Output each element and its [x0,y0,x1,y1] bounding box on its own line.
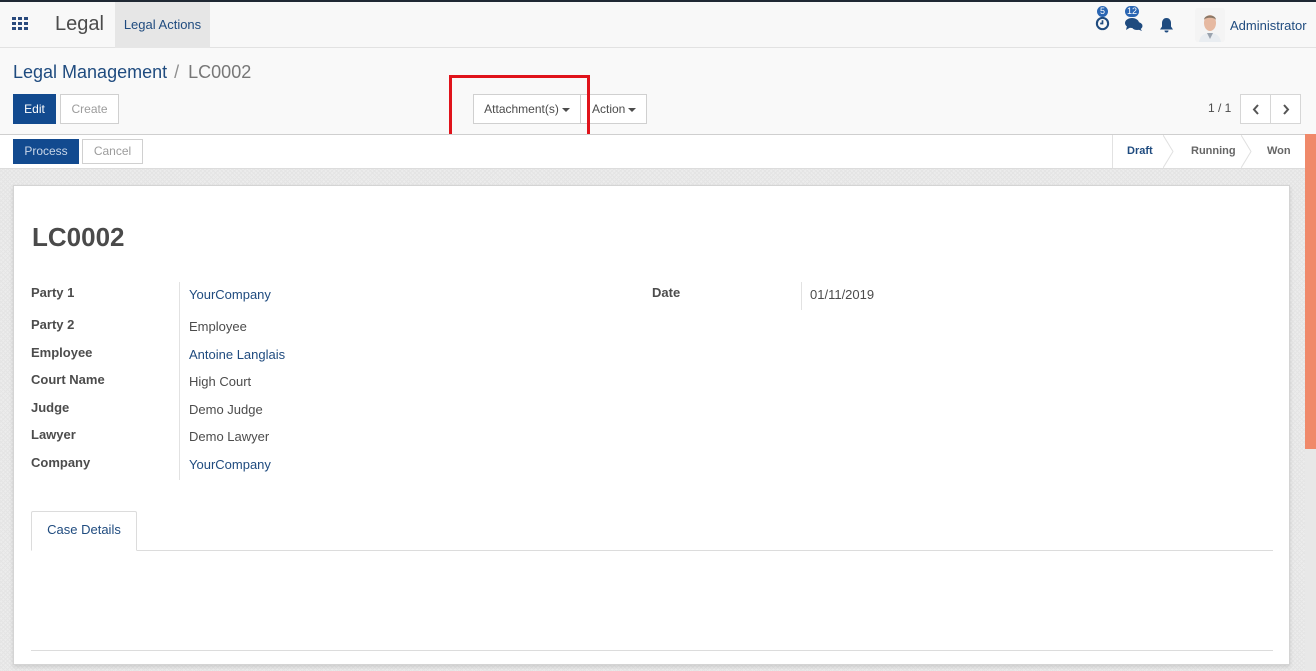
field-label-lawyer: Lawyer [31,427,76,442]
breadcrumb-parent-link[interactable]: Legal Management [13,62,167,82]
menu-item-legal-actions[interactable]: Legal Actions [115,2,210,48]
pager-previous-button[interactable] [1240,94,1271,124]
tab-content-border [31,650,1273,651]
main-navbar: Legal Legal Actions 5 12 Administrator [0,2,1316,48]
activities-button[interactable]: 5 [1095,6,1110,34]
user-photo-icon [1195,8,1225,42]
bell-icon [1160,18,1173,33]
comments-icon [1125,18,1143,31]
record-title: LC0002 [32,222,125,252]
pager-next-button[interactable] [1270,94,1301,124]
field-label-party-2: Party 2 [31,317,75,332]
stage-pipeline: Draft Running Won [1112,135,1305,168]
notifications-button[interactable] [1159,17,1174,36]
messages-button[interactable]: 12 [1125,6,1143,35]
stage-draft-label: Draft [1127,145,1153,157]
stage-separator-icon [1241,135,1252,168]
action-label: Action [592,102,626,116]
apps-menu-icon[interactable] [12,17,29,31]
field-value-party-1[interactable]: YourCompany [189,287,271,302]
stage-won-label: Won [1267,145,1291,157]
field-label-party-1: Party 1 [31,285,75,300]
messages-count-badge: 12 [1125,6,1140,17]
breadcrumb-current: LC0002 [188,62,252,82]
field-value-court-name: High Court [189,374,252,389]
pager-value: 1 / 1 [1208,101,1232,115]
action-dropdown[interactable]: Action [580,94,647,124]
field-value-judge: Demo Judge [189,402,263,417]
field-divider [801,282,802,310]
user-menu[interactable]: Administrator [1230,18,1307,33]
field-value-party-2: Employee [189,319,247,334]
stage-running-label: Running [1191,145,1236,157]
edit-button[interactable]: Edit [13,94,56,124]
attachments-dropdown[interactable]: Attachment(s) [473,94,581,124]
caret-down-icon [628,107,637,112]
app-name: Legal [55,13,104,35]
field-value-lawyer: Demo Lawyer [189,429,270,444]
tab-header-border [31,550,1273,551]
field-value-company[interactable]: YourCompany [189,457,271,472]
caret-down-icon [561,107,570,112]
attachments-label: Attachment(s) [484,102,559,116]
user-avatar[interactable] [1195,8,1225,42]
field-label-company: Company [31,455,91,470]
clock-icon [1095,16,1110,31]
field-value-date: 01/11/2019 [810,287,875,302]
process-button[interactable]: Process [13,139,79,164]
scrollbar-thumb[interactable] [1305,134,1316,449]
form-sheet: LC0002 Party 1 YourCompany Party 2 Emplo… [13,185,1290,665]
field-value-employee[interactable]: Antoine Langlais [189,347,285,362]
stage-won[interactable]: Won [1247,135,1305,168]
breadcrumb: Legal Management / LC0002 [13,62,251,83]
field-label-date: Date [652,285,681,300]
field-label-judge: Judge [31,400,70,415]
breadcrumb-separator: / [174,62,180,82]
create-button[interactable]: Create [60,94,119,124]
tab-case-details[interactable]: Case Details [31,511,137,551]
stage-separator-icon [1163,135,1174,168]
field-label-employee: Employee [31,345,93,360]
field-label-court-name: Court Name [31,372,105,387]
activities-count-badge: 5 [1097,6,1108,17]
chevron-left-icon [1252,103,1259,115]
stage-draft[interactable]: Draft [1113,135,1174,168]
cancel-button[interactable]: Cancel [82,139,143,164]
form-statusbar: Process Cancel Draft Running Won [0,134,1305,169]
stage-running[interactable]: Running [1169,135,1252,168]
chevron-right-icon [1282,103,1289,115]
field-divider [179,282,180,480]
